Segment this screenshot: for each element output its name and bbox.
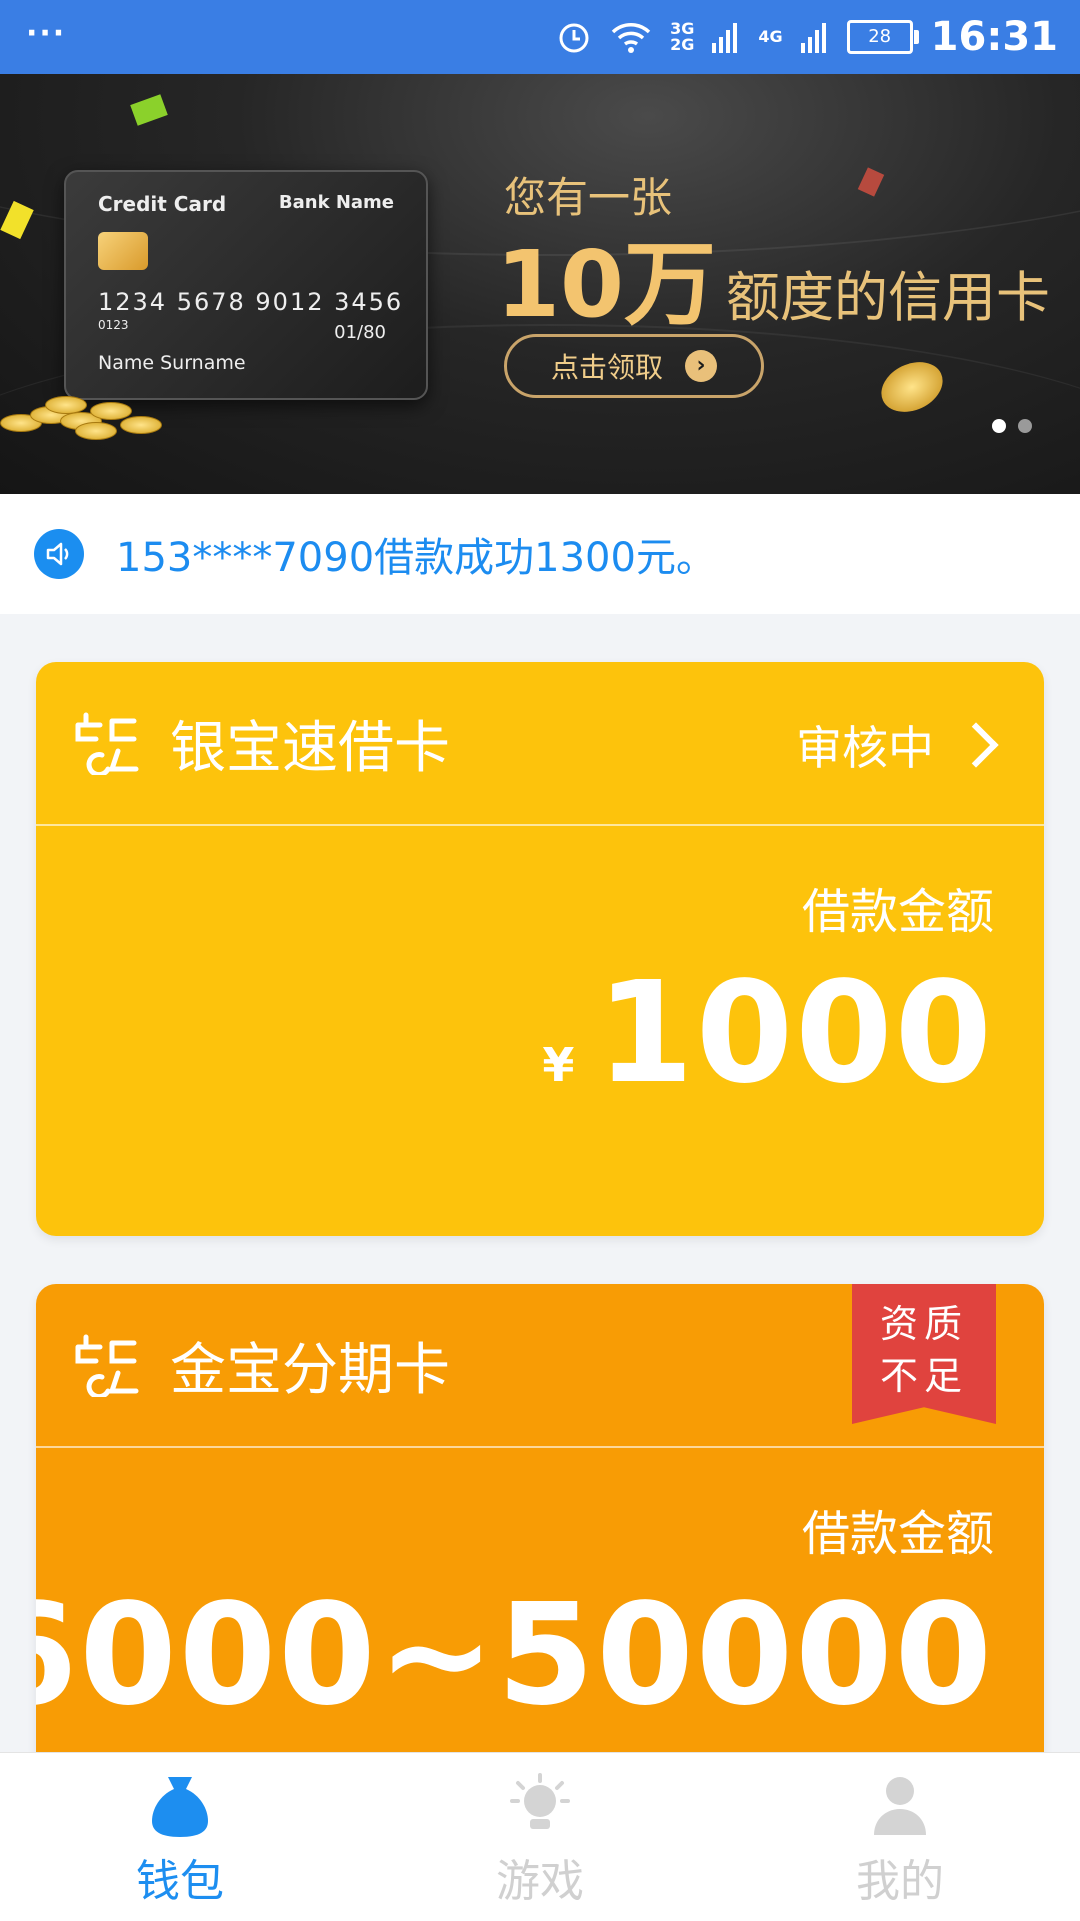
network-2g-label: 2G <box>670 35 695 54</box>
bottom-navigation: 钱包 游戏 我的 <box>0 1752 1080 1921</box>
notice-text: 153****7090借款成功1300元。 <box>116 535 716 581</box>
nav-profile-label: 我的 <box>856 1856 944 1907</box>
carousel-dot-2[interactable] <box>1018 419 1032 433</box>
ribbon-line-2: 不足 <box>879 1354 968 1398</box>
card-chip-icon <box>98 232 148 270</box>
chevron-right-icon: › <box>685 350 717 382</box>
alarm-icon <box>559 23 589 53</box>
speaker-icon <box>34 529 84 579</box>
battery-icon: 28 <box>846 20 919 54</box>
currency-symbol: ¥ <box>542 1038 575 1092</box>
loan-amount: ¥ 1000 <box>542 952 994 1115</box>
nav-games[interactable]: 游戏 <box>360 1753 720 1921</box>
nav-wallet[interactable]: 钱包 <box>0 1753 360 1921</box>
card-holder-name: Name Surname <box>98 352 246 374</box>
card-number: 1234 5678 9012 3456 <box>98 288 404 316</box>
card-title: Credit Card <box>98 192 227 216</box>
network-4g: 4G <box>758 29 782 45</box>
loan-amount-label: 借款金额 <box>801 1506 994 1562</box>
banner-amount: 10万 <box>496 231 717 338</box>
chevron-right-icon <box>953 722 999 768</box>
card-small-number: 0123 <box>98 318 129 332</box>
card-status[interactable]: 审核中 <box>796 712 1004 778</box>
nav-wallet-label: 钱包 <box>136 1856 224 1907</box>
coin-pile-icon <box>0 392 170 442</box>
loan-amount-value: 6000~50000 <box>36 1574 994 1737</box>
wallet-bag-icon <box>152 1777 208 1837</box>
signal-icon <box>712 23 738 53</box>
loan-amount: ¥ 6000~50000 <box>36 1574 994 1737</box>
carousel-indicator[interactable] <box>992 419 1032 433</box>
clock: 16:31 <box>930 14 1058 60</box>
loan-card-jinbao[interactable]: 金宝分期卡 资质 不足 借款金额 ¥ 6000~50000 <box>36 1284 1044 1784</box>
network-4g-label: 4G <box>758 27 783 46</box>
status-icons: 3G 2G 4G 28 16:31 <box>556 0 1058 74</box>
banner-offer-text: 额度的信用卡 <box>726 266 1051 329</box>
card-header[interactable]: 银宝速借卡 审核中 <box>36 662 1044 826</box>
loan-amount-value: 1000 <box>596 952 994 1115</box>
network-type: 3G 2G <box>670 21 694 53</box>
status-bar: ··· 3G 2G 4G 28 16:31 <box>0 0 1080 74</box>
ineligible-ribbon: 资质 不足 <box>852 1284 996 1424</box>
banner-offer: 10万 额度的信用卡 <box>496 210 1050 343</box>
loan-amount-label: 借款金额 <box>801 884 994 940</box>
card-status-label: 审核中 <box>796 721 934 775</box>
card-title: 金宝分期卡 <box>170 1337 450 1403</box>
carousel-dot-1[interactable] <box>992 419 1006 433</box>
card-bank-name: Bank Name <box>278 192 394 213</box>
promo-banner[interactable]: Credit Card Bank Name 1234 5678 9012 345… <box>0 74 1080 494</box>
ribbon-line-1: 资质 <box>879 1302 968 1346</box>
person-icon <box>874 1777 926 1835</box>
credit-card-image: Credit Card Bank Name 1234 5678 9012 345… <box>64 170 428 400</box>
nav-profile[interactable]: 我的 <box>720 1753 1080 1921</box>
notification-dots: ··· <box>26 16 67 51</box>
claim-button[interactable]: 点击领取 › <box>504 334 764 398</box>
loan-card-yinbao[interactable]: 银宝速借卡 审核中 借款金额 ¥ 1000 <box>36 662 1044 1236</box>
nav-games-label: 游戏 <box>496 1856 584 1907</box>
signal-4g-icon <box>800 23 826 53</box>
claim-button-label: 点击领取 <box>550 351 663 384</box>
card-logo-icon <box>75 712 139 775</box>
card-expiry: 01/80 <box>334 322 386 343</box>
card-logo-icon <box>75 1334 139 1397</box>
wifi-icon <box>611 23 651 53</box>
lightbulb-icon <box>510 1773 570 1829</box>
card-title: 银宝速借卡 <box>170 715 450 781</box>
loan-notice-bar[interactable]: 153****7090借款成功1300元。 <box>0 494 1080 614</box>
